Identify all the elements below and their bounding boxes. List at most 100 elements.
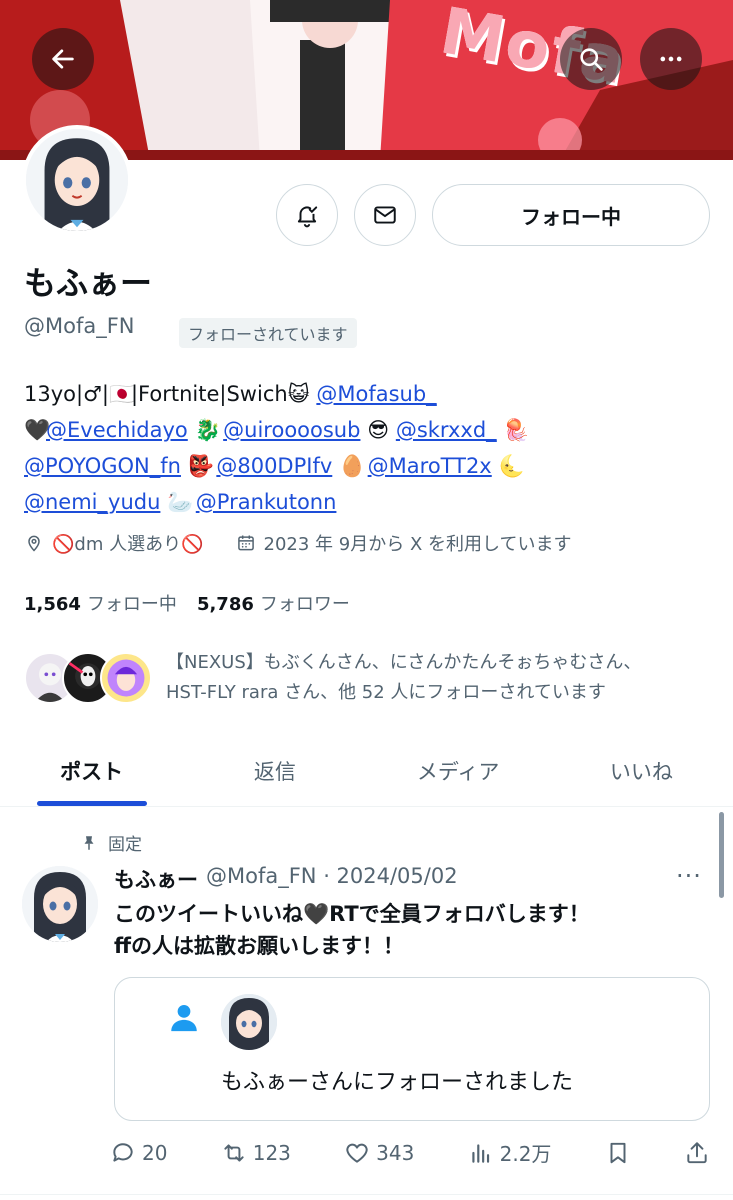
mention-link[interactable]: @800DPIfv: [216, 454, 332, 478]
sunglasses-emoji: 😎: [367, 418, 390, 442]
message-button[interactable]: [354, 184, 416, 246]
mention-link[interactable]: @Evechidayo: [46, 418, 188, 442]
back-button[interactable]: [32, 28, 94, 90]
following-count: 1,564: [24, 594, 81, 615]
bio-line-1: 13yo|♂|🇯🇵|Fortnite|Swich😺 @Mofasub_: [24, 376, 724, 412]
follower-avatar: [100, 652, 152, 704]
repost-icon: [224, 1143, 244, 1162]
tweet-avatar[interactable]: [22, 866, 98, 942]
profile-avatar[interactable]: [22, 125, 132, 235]
location-text: 🚫dm 人選あり🚫: [52, 534, 204, 555]
envelope-icon: [374, 206, 396, 224]
calendar-icon: [237, 535, 254, 551]
profile-bio: 13yo|♂|🇯🇵|Fortnite|Swich😺 @Mofasub_ 🖤@Ev…: [24, 376, 724, 520]
tab-replies[interactable]: 返信: [183, 735, 366, 806]
profile-meta: 🚫dm 人選あり🚫 2023 年 9月から X を利用しています: [24, 530, 571, 556]
more-horizontal-icon: [660, 56, 682, 62]
profile-tabs: ポスト 返信 メディア いいね: [0, 735, 733, 807]
card-avatar: [221, 994, 277, 1050]
cat-emoji: 😺: [287, 382, 310, 406]
joined-date: 2023 年 9月から X を利用しています: [263, 534, 572, 555]
tab-media[interactable]: メディア: [367, 735, 550, 806]
search-button[interactable]: [560, 28, 622, 90]
followers-label: フォロワー: [259, 594, 350, 615]
jellyfish-emoji: 🪼: [503, 418, 530, 442]
mention-link[interactable]: @nemi_yudu: [24, 490, 160, 514]
heart-icon: [346, 1143, 368, 1163]
reply-icon: [113, 1142, 133, 1162]
divider: [0, 1194, 733, 1195]
person-icon: [171, 1004, 197, 1032]
mention-link[interactable]: @Mofasub_: [316, 382, 436, 406]
following-button[interactable]: フォロー中: [432, 184, 710, 246]
share-button[interactable]: [684, 1140, 710, 1166]
tab-likes[interactable]: いいね: [550, 735, 733, 806]
views-chart-icon: [471, 1143, 489, 1163]
follow-counts: 1,564 フォロー中 5,786 フォロワー: [24, 590, 350, 616]
bio-text: |Fortnite|Swich: [130, 382, 288, 406]
card-text: もふぁーさんにフォローされました: [221, 1070, 574, 1095]
profile-handle: @Mofa_FN: [24, 314, 135, 338]
pinned-indicator: 固定: [80, 830, 142, 855]
avatar-illustration: [26, 129, 128, 231]
tweet-media-card[interactable]: もふぁーさんにフォローされました: [114, 977, 710, 1121]
search-icon: [580, 48, 603, 71]
mention-link[interactable]: @skrxxd_: [396, 418, 497, 442]
reply-button[interactable]: 20: [110, 1140, 167, 1166]
known-followers-avatars: [24, 648, 152, 706]
tweet-text-line: このツイートいいね🖤RTで全員フォロバします！: [114, 902, 590, 926]
followers-count-link[interactable]: 5,786 フォロワー: [197, 590, 350, 616]
arrow-left-icon: [52, 49, 74, 69]
flag-emoji: 🇯🇵: [108, 382, 136, 406]
notifications-button[interactable]: [276, 184, 338, 246]
pinned-label: 固定: [108, 835, 142, 855]
tweet-more-button[interactable]: ···: [676, 862, 702, 890]
bio-line-3: @POYOGON_fn 👺 @800DPIfv 🥚 @MaroTT2x 🌜: [24, 448, 724, 484]
avatar-illustration: [22, 866, 98, 942]
mention-link[interactable]: @uiroooosub: [223, 418, 360, 442]
tweet-header: もふぁー @Mofa_FN · 2024/05/02: [114, 864, 458, 894]
location-pin-icon: [28, 535, 40, 552]
mention-link[interactable]: @POYOGON_fn: [24, 454, 181, 478]
followers-count: 5,786: [196, 594, 254, 615]
known-followers-line: HST-FLY rara さん、他 52 人にフォローされています: [166, 682, 606, 703]
like-count: 343: [376, 1140, 415, 1165]
known-followers-text: 【NEXUS】もぶくんさん、にさんかたんそぉちゃむさん、 HST-FLY rar…: [166, 648, 641, 708]
repost-button[interactable]: 123: [221, 1140, 291, 1166]
egg-emoji: 🥚: [338, 454, 366, 478]
mention-link[interactable]: @MaroTT2x: [368, 454, 492, 478]
bookmark-button[interactable]: [605, 1140, 631, 1166]
more-options-button[interactable]: [640, 28, 702, 90]
following-count-link[interactable]: 1,564 フォロー中: [24, 590, 177, 616]
tweet-handle-date: @Mofa_FN · 2024/05/02: [206, 864, 458, 888]
swan-emoji: 🦢: [167, 490, 194, 514]
known-followers-line: 【NEXUS】もぶくんさん、にさんかたんそぉちゃむさん、: [166, 652, 642, 673]
bio-text: 13yo|♂|: [24, 382, 109, 406]
bell-check-icon: [297, 206, 318, 228]
tweet-text: このツイートいいね🖤RTで全員フォロバします！ ffの人は拡散お願いします！！: [114, 898, 590, 962]
follows-you-badge: フォローされています: [179, 318, 357, 348]
like-button[interactable]: 343: [344, 1140, 414, 1166]
goblin-emoji: 👺: [187, 454, 214, 478]
tweet-author-name[interactable]: もふぁー: [114, 864, 198, 894]
reply-count: 20: [142, 1140, 168, 1165]
bio-line-2: 🖤@Evechidayo 🐉 @uiroooosub 😎 @skrxxd_ 🪼: [24, 412, 724, 448]
moon-emoji: 🌜: [498, 454, 525, 478]
following-label: フォロー中: [86, 594, 177, 615]
share-icon: [687, 1141, 707, 1163]
pin-icon: [84, 835, 94, 850]
scrollbar[interactable]: [719, 812, 724, 898]
mention-link[interactable]: @Prankutonn: [196, 490, 337, 514]
dragon-emoji: 🐉: [194, 418, 221, 442]
bookmark-icon: [610, 1142, 626, 1163]
tab-posts[interactable]: ポスト: [0, 735, 183, 806]
avatar-illustration: [221, 994, 277, 1050]
tweet-text-line: ffの人は拡散お願いします！！: [114, 934, 405, 958]
heart-emoji: 🖤: [24, 418, 51, 442]
bio-line-4: @nemi_yudu 🦢 @Prankutonn: [24, 484, 724, 520]
tweet-actions: 20 123 343 2.2万: [110, 1138, 710, 1167]
repost-count: 123: [252, 1140, 291, 1165]
views-button[interactable]: 2.2万: [468, 1138, 551, 1167]
known-followers[interactable]: 【NEXUS】もぶくんさん、にさんかたんそぉちゃむさん、 HST-FLY rar…: [24, 648, 724, 708]
display-name: もふぁー: [24, 264, 153, 302]
